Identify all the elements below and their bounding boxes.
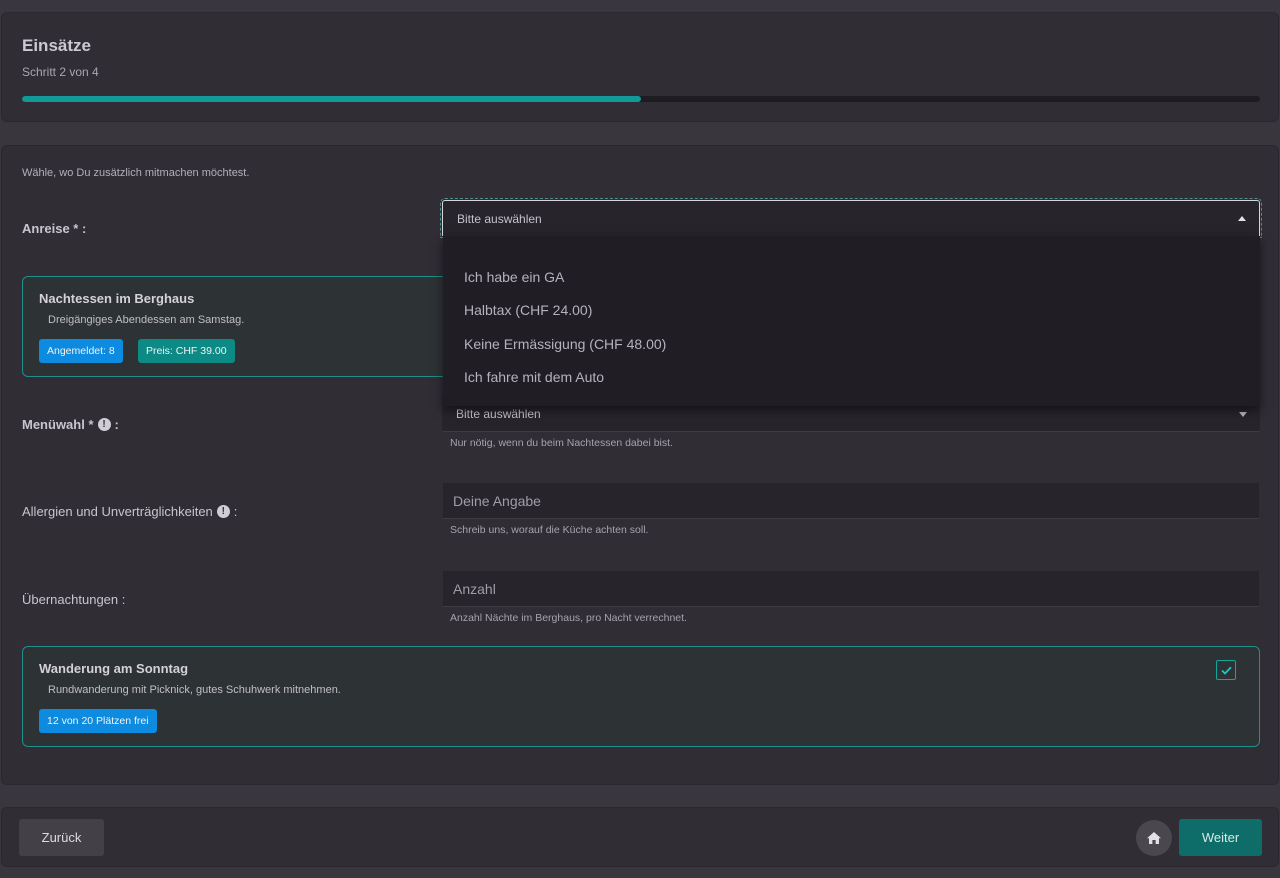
progress-bar (22, 96, 1260, 102)
uebernachtungen-label: Übernachtungen : (22, 592, 125, 607)
anreise-option-halbtax[interactable]: Halbtax (CHF 24.00) (464, 302, 592, 318)
nachtessen-description: Dreigängiges Abendessen am Samstag. (48, 314, 245, 326)
caret-down-icon (1239, 412, 1247, 417)
info-circle-icon[interactable]: ! (97, 418, 111, 431)
uebernachtungen-label-text: Übernachtungen : (22, 592, 126, 607)
wanderung-description: Rundwanderung mit Picknick, gutes Schuhw… (48, 684, 341, 696)
allergien-label: Allergien und Unverträglichkeiten ! : (22, 504, 237, 519)
nachtessen-title: Nachtessen im Berghaus (39, 291, 195, 306)
step-indicator: Schritt 2 von 4 (22, 65, 99, 79)
anreise-label-text: Anreise * : (22, 221, 87, 236)
anreise-select[interactable]: Bitte auswählen (440, 198, 1262, 238)
menuwahl-label-suffix: : (114, 417, 119, 432)
anreise-option-auto[interactable]: Ich fahre mit dem Auto (464, 369, 604, 385)
allergien-hint: Schreib uns, worauf die Küche achten sol… (450, 524, 649, 536)
places-badge: 12 von 20 Plätzen frei (39, 709, 157, 733)
home-button[interactable] (1136, 820, 1172, 856)
price-badge: Preis: CHF 39.00 (138, 339, 235, 363)
wanderung-title: Wanderung am Sonntag (39, 661, 189, 676)
wanderung-checkbox[interactable] (1216, 660, 1236, 680)
step-header: Einsätze Schritt 2 von 4 (1, 12, 1279, 122)
home-icon (1147, 832, 1161, 844)
registered-badge: Angemeldet: 8 (39, 339, 123, 363)
allergien-input[interactable] (443, 483, 1259, 519)
anreise-option-keine-ermaessigung[interactable]: Keine Ermässigung (CHF 48.00) (464, 336, 666, 352)
checkmark-icon (1220, 666, 1232, 675)
form-card: Wähle, wo Du zusätzlich mitmachen möchte… (1, 145, 1279, 785)
form-intro: Wähle, wo Du zusätzlich mitmachen möchte… (22, 167, 250, 179)
uebernachtungen-input[interactable] (443, 571, 1259, 607)
menuwahl-label: Menüwahl * ! : (22, 417, 119, 432)
uebernachtungen-hint: Anzahl Nächte im Berghaus, pro Nacht ver… (450, 612, 687, 624)
next-button[interactable]: Weiter (1179, 819, 1262, 856)
menuwahl-label-text: Menüwahl * (22, 417, 94, 432)
info-circle-icon[interactable]: ! (216, 505, 230, 518)
menuwahl-select-value: Bitte auswählen (456, 406, 541, 421)
menuwahl-hint: Nur nötig, wenn du beim Nachtessen dabei… (450, 437, 673, 449)
page-title: Einsätze (22, 36, 91, 55)
anreise-label: Anreise * : (22, 221, 86, 236)
footer-nav: Zurück Weiter (1, 807, 1279, 867)
anreise-option-ga[interactable]: Ich habe ein GA (464, 269, 564, 285)
wanderung-card[interactable]: Wanderung am Sonntag Rundwanderung mit P… (22, 646, 1260, 747)
anreise-select-value: Bitte auswählen (457, 211, 542, 226)
anreise-dropdown-menu: Ich habe ein GA Halbtax (CHF 24.00) Kein… (443, 236, 1260, 406)
allergien-label-suffix: : (233, 504, 238, 519)
progress-bar-fill (22, 96, 641, 102)
caret-up-icon (1238, 216, 1246, 221)
back-button[interactable]: Zurück (19, 819, 104, 856)
allergien-label-text: Allergien und Unverträglichkeiten (22, 504, 213, 519)
